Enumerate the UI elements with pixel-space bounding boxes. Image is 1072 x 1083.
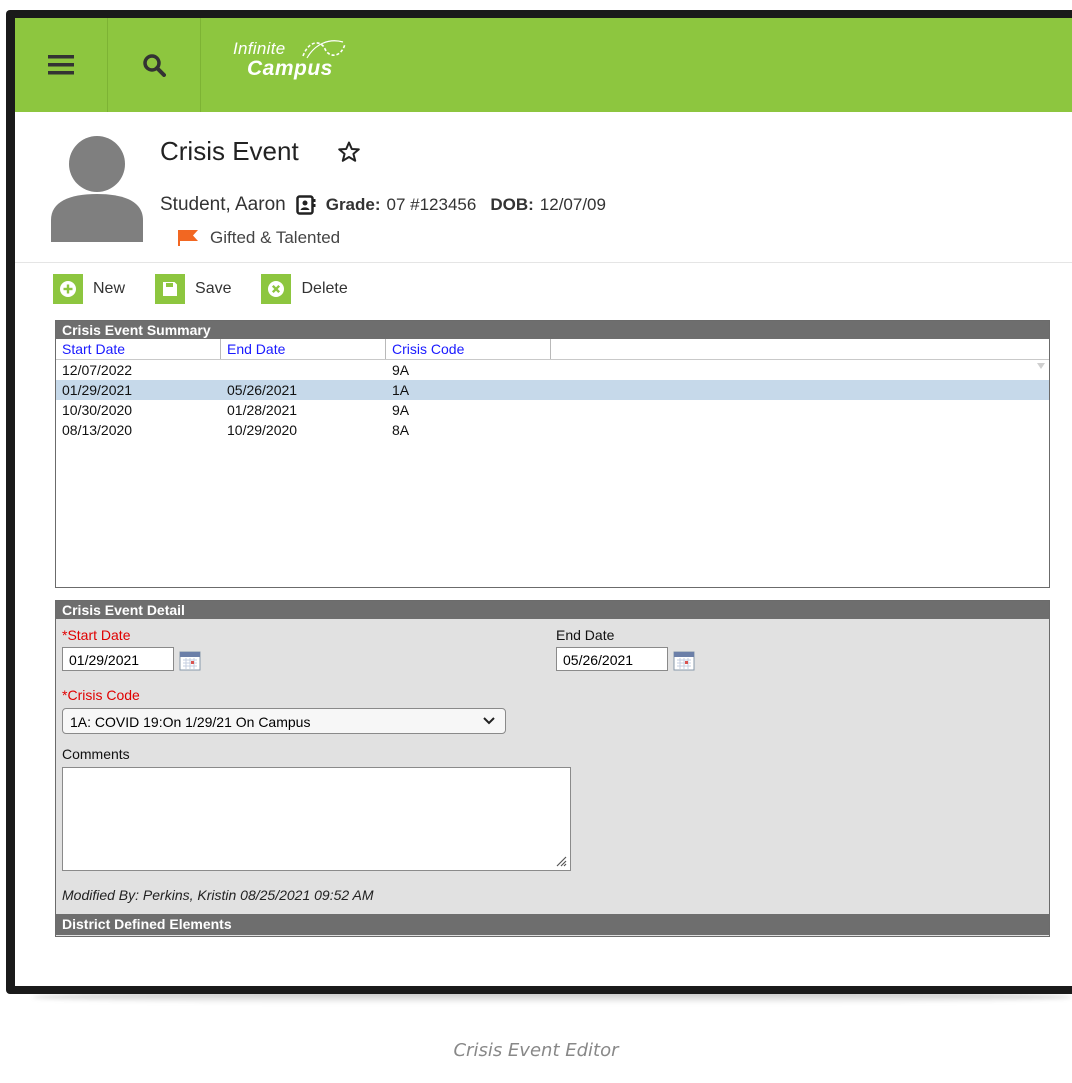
save-button[interactable]: Save bbox=[155, 274, 231, 304]
column-header-end-date[interactable]: End Date bbox=[221, 339, 386, 359]
image-caption: Crisis Event Editor bbox=[453, 1040, 619, 1061]
delete-button[interactable]: Delete bbox=[261, 274, 348, 304]
search-button[interactable] bbox=[108, 18, 201, 112]
row-end-date: 10/29/2020 bbox=[227, 422, 298, 438]
column-header-crisis-code[interactable]: Crisis Code bbox=[386, 339, 551, 359]
crisis-code-label-text: Crisis Code bbox=[67, 687, 140, 703]
new-button-label: New bbox=[93, 280, 126, 297]
action-toolbar: New Save Delete bbox=[53, 274, 378, 304]
student-info-line: Student, Aaron Grade: 07 #123456 DOB: 12… bbox=[160, 194, 618, 216]
app-screen: Infinite Campus Crisis Event Student, Aa… bbox=[15, 18, 1072, 986]
student-avatar bbox=[51, 136, 143, 242]
flag-label: Gifted & Talented bbox=[210, 228, 341, 247]
end-date-input[interactable]: 05/26/2021 bbox=[556, 647, 668, 671]
screenshot-frame: Infinite Campus Crisis Event Student, Aa… bbox=[6, 10, 1072, 994]
infinity-swirl-icon bbox=[302, 40, 346, 59]
plus-circle-icon bbox=[60, 281, 76, 297]
row-start-date: 12/07/2022 bbox=[62, 362, 133, 378]
grade-value: 07 #123456 bbox=[386, 195, 477, 214]
delete-button-box bbox=[261, 274, 292, 304]
hamburger-menu-icon bbox=[48, 55, 74, 75]
delete-button-label: Delete bbox=[301, 280, 348, 297]
student-name: Student, Aaron bbox=[160, 194, 286, 215]
crisis-code-select[interactable]: 1A: COVID 19:On 1/29/21 On Campus bbox=[62, 708, 506, 734]
row-start-date: 10/30/2020 bbox=[62, 402, 133, 418]
table-row[interactable]: 12/07/2022 9A bbox=[56, 360, 1049, 380]
crisis-event-detail-panel: Crisis Event Detail *Start Date 01/29/20… bbox=[55, 600, 1050, 937]
row-crisis-code: 9A bbox=[392, 362, 410, 378]
new-button[interactable]: New bbox=[53, 274, 125, 304]
table-row-selected[interactable]: 01/29/2021 05/26/2021 1A bbox=[56, 380, 1049, 400]
summary-panel-header: Crisis Event Summary bbox=[56, 321, 1049, 339]
row-start-date: 01/29/2021 bbox=[62, 382, 133, 398]
program-flag[interactable]: Gifted & Talented bbox=[178, 228, 340, 248]
detail-panel-header: Crisis Event Detail bbox=[56, 601, 1049, 619]
start-date-input[interactable]: 01/29/2021 bbox=[62, 647, 174, 671]
header-divider bbox=[15, 262, 1072, 263]
resize-handle-icon[interactable] bbox=[555, 855, 567, 867]
row-end-date: 05/26/2021 bbox=[227, 382, 298, 398]
row-crisis-code: 9A bbox=[392, 402, 410, 418]
row-end-date bbox=[221, 360, 386, 380]
comments-label: Comments bbox=[62, 746, 130, 762]
top-navigation-bar: Infinite Campus bbox=[15, 18, 1072, 112]
menu-button[interactable] bbox=[15, 18, 108, 112]
comments-textarea[interactable] bbox=[62, 767, 571, 871]
row-crisis-code: 1A bbox=[392, 382, 410, 398]
save-button-box bbox=[155, 274, 186, 304]
save-disk-icon bbox=[163, 282, 178, 296]
start-date-label-text: Start Date bbox=[67, 627, 131, 643]
modified-by-text: Modified By: Perkins, Kristin 08/25/2021… bbox=[62, 887, 374, 903]
dob-label: DOB: bbox=[490, 195, 534, 214]
row-start-date: 08/13/2020 bbox=[62, 422, 133, 438]
crisis-code-selected-value: 1A: COVID 19:On 1/29/21 On Campus bbox=[70, 714, 311, 730]
chevron-down-icon bbox=[483, 717, 495, 725]
page-title: Crisis Event bbox=[160, 136, 299, 166]
calendar-icon[interactable] bbox=[672, 648, 696, 672]
search-icon bbox=[143, 54, 166, 77]
start-date-label: *Start Date bbox=[62, 627, 130, 643]
dob-value: 12/07/09 bbox=[539, 195, 606, 214]
save-button-label: Save bbox=[195, 280, 232, 297]
summary-column-headers: Start Date End Date Crisis Code bbox=[56, 339, 1049, 360]
new-button-box bbox=[53, 274, 83, 304]
grade-label: Grade: bbox=[325, 195, 381, 214]
infinite-campus-logo[interactable]: Infinite Campus bbox=[233, 40, 346, 80]
favorite-star-icon[interactable] bbox=[337, 140, 361, 164]
x-circle-icon bbox=[268, 281, 285, 297]
row-crisis-code: 8A bbox=[392, 422, 410, 438]
scroll-down-arrow-icon[interactable] bbox=[1037, 363, 1045, 369]
table-row[interactable]: 10/30/2020 01/28/2021 9A bbox=[56, 400, 1049, 420]
column-header-start-date[interactable]: Start Date bbox=[56, 339, 221, 359]
row-end-date: 01/28/2021 bbox=[227, 402, 298, 418]
crisis-event-summary-panel: Crisis Event Summary Start Date End Date… bbox=[55, 320, 1050, 588]
end-date-label: End Date bbox=[556, 627, 615, 643]
flag-icon bbox=[178, 230, 198, 246]
calendar-icon[interactable] bbox=[178, 648, 202, 672]
contact-card-icon[interactable] bbox=[295, 195, 316, 215]
district-defined-elements-header[interactable]: District Defined Elements bbox=[56, 914, 1049, 935]
crisis-code-label: *Crisis Code bbox=[62, 687, 140, 703]
table-row[interactable]: 08/13/2020 10/29/2020 8A bbox=[56, 420, 1049, 440]
